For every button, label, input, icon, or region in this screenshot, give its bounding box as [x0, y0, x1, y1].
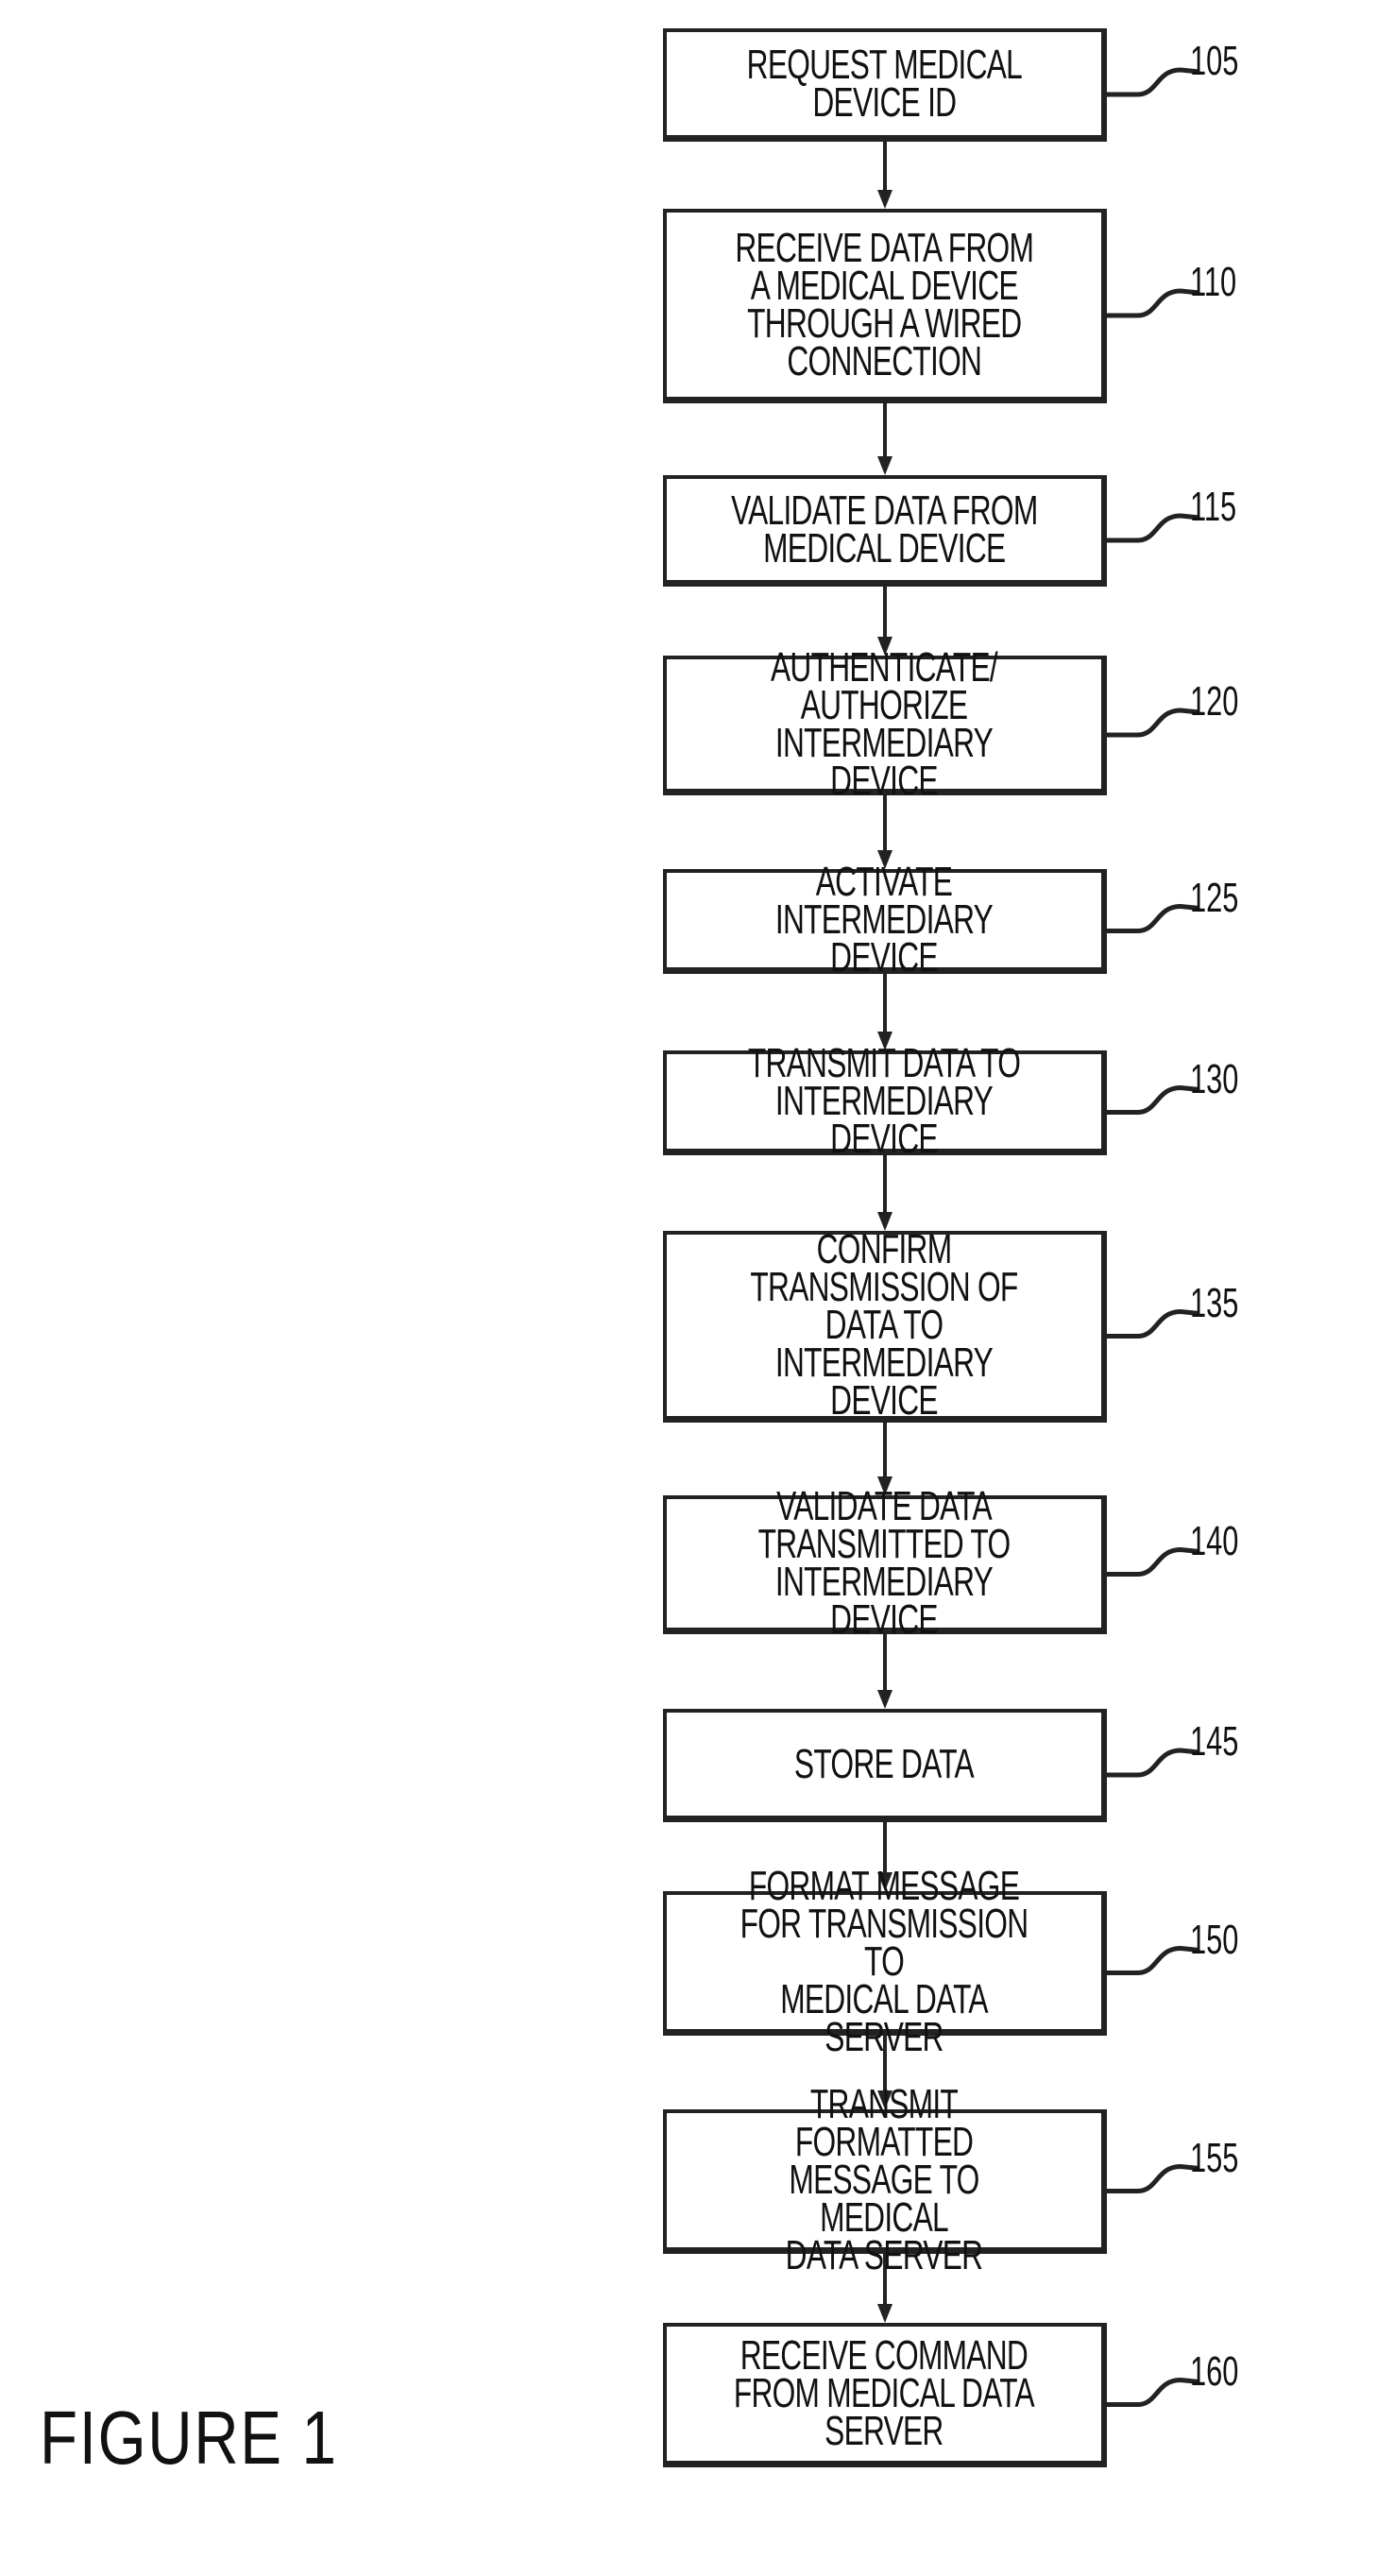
reference-numeral: 150	[1190, 1916, 1239, 1963]
reference-numeral: 155	[1190, 2134, 1239, 2181]
step-text: REQUEST MEDICAL DEVICE ID	[746, 41, 1022, 126]
reference-numeral: 135	[1190, 1279, 1239, 1326]
step-box-160: RECEIVE COMMAND FROM MEDICAL DATA SERVER	[663, 2323, 1107, 2467]
step-text: TRANSMIT DATA TO INTERMEDIARY DEVICE	[747, 1040, 1021, 1162]
reference-numeral: 160	[1190, 2347, 1239, 2395]
step-box-115: VALIDATE DATA FROM MEDICAL DEVICE	[663, 475, 1107, 587]
reference-numeral: 125	[1190, 874, 1239, 921]
step-box-125: ACTIVATE INTERMEDIARY DEVICE	[663, 862, 1107, 979]
step-text: ACTIVATE INTERMEDIARY DEVICE	[774, 859, 994, 981]
step-box-105: REQUEST MEDICAL DEVICE ID	[663, 28, 1107, 142]
reference-numeral: 130	[1190, 1055, 1239, 1102]
reference-numeral: 110	[1190, 259, 1237, 305]
step-text: RECEIVE COMMAND FROM MEDICAL DATA SERVER	[733, 2332, 1035, 2454]
step-text: STORE DATA	[794, 1740, 975, 1787]
step-box-130: TRANSMIT DATA TO INTERMEDIARY DEVICE	[663, 1043, 1107, 1160]
step-text: VALIDATE DATA FROM MEDICAL DEVICE	[730, 486, 1038, 571]
step-box-135: CONFIRM TRANSMISSION OF DATA TO INTERMED…	[663, 1226, 1107, 1424]
leader-line	[1107, 903, 1200, 933]
reference-numeral: 145	[1190, 1718, 1239, 1765]
leader-line	[1107, 513, 1200, 543]
arrowhead-icon	[877, 1690, 892, 1709]
step-box-155: TRANSMIT FORMATTED MESSAGE TO MEDICAL DA…	[663, 2084, 1107, 2277]
reference-numeral: 120	[1190, 678, 1239, 725]
leader-line	[1107, 1308, 1200, 1339]
leader-line	[1107, 67, 1200, 97]
step-text: TRANSMIT FORMATTED MESSAGE TO MEDICAL DA…	[785, 2081, 983, 2278]
step-text: AUTHENTICATE/ AUTHORIZE INTERMEDIARY DEV…	[771, 643, 998, 804]
leader-line	[1107, 288, 1200, 318]
step-text: RECEIVE DATA FROM A MEDICAL DEVICE THROU…	[735, 224, 1033, 384]
leader-line	[1107, 1546, 1200, 1577]
step-text: VALIDATE DATA TRANSMITTED TO INTERMEDIAR…	[757, 1483, 1012, 1643]
leader-line	[1107, 708, 1200, 738]
step-box-110: RECEIVE DATA FROM A MEDICAL DEVICE THROU…	[663, 209, 1107, 403]
figure-label: FIGURE 1	[40, 2396, 338, 2480]
leader-line	[1107, 1945, 1200, 1975]
arrowhead-icon	[877, 190, 892, 209]
leader-line	[1107, 2377, 1200, 2407]
leader-line	[1107, 2163, 1200, 2193]
reference-numeral: 105	[1190, 38, 1239, 84]
step-text: CONFIRM TRANSMISSION OF DATA TO INTERMED…	[750, 1226, 1018, 1424]
arrowhead-icon	[877, 456, 892, 475]
step-box-120: AUTHENTICATE/ AUTHORIZE INTERMEDIARY DEV…	[663, 646, 1107, 801]
leader-line	[1107, 1084, 1200, 1115]
leader-line	[1107, 1748, 1200, 1778]
step-box-145: STORE DATA	[663, 1709, 1107, 1822]
reference-numeral: 115	[1190, 484, 1237, 530]
step-box-140: VALIDATE DATA TRANSMITTED TO INTERMEDIAR…	[663, 1486, 1107, 1641]
step-text: FORMAT MESSAGE FOR TRANSMISSION TO MEDIC…	[740, 1863, 1028, 2060]
arrowhead-icon	[877, 2304, 892, 2323]
reference-numeral: 140	[1190, 1517, 1239, 1564]
step-box-150: FORMAT MESSAGE FOR TRANSMISSION TO MEDIC…	[663, 1866, 1107, 2058]
